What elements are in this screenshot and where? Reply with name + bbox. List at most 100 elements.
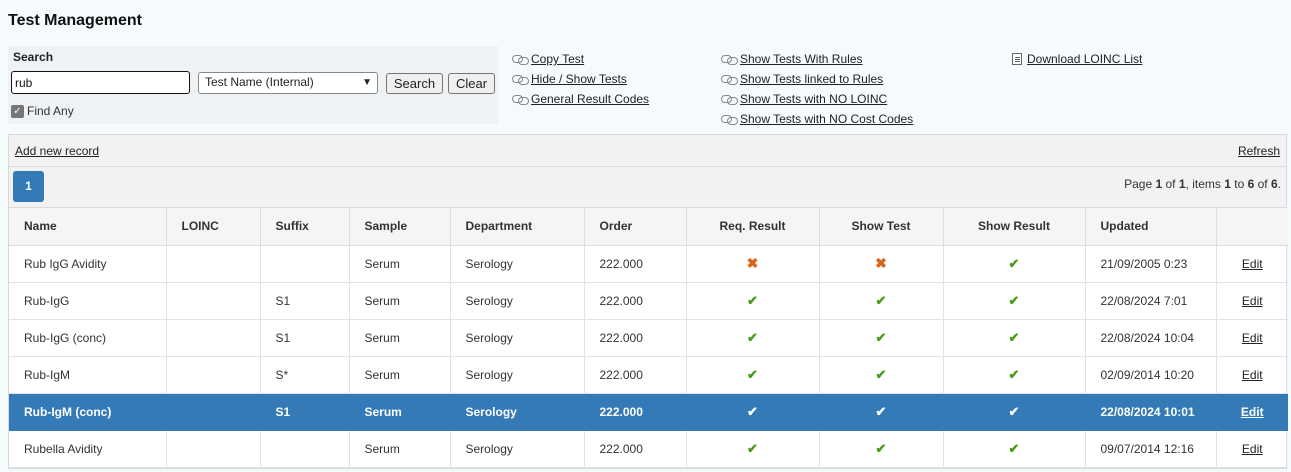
link-hide-show-tests[interactable]: Hide / Show Tests — [512, 72, 627, 86]
cell-order: 222.000 — [584, 319, 687, 357]
search-button[interactable]: Search — [386, 73, 443, 94]
check-icon: ✔ — [747, 329, 758, 345]
col-header-department[interactable]: Department — [450, 208, 585, 246]
tests-table: Name LOINC Suffix Sample Department Orde… — [9, 208, 1288, 468]
cell-actions: Edit — [1216, 282, 1288, 320]
table-header-row: Name LOINC Suffix Sample Department Orde… — [9, 208, 1288, 246]
col-header-loinc[interactable]: LOINC — [166, 208, 261, 246]
cell-name: Rub-IgM (conc) — [9, 393, 167, 431]
clear-button[interactable]: Clear — [448, 73, 495, 94]
link-tests-with-rules[interactable]: Show Tests With Rules — [721, 52, 863, 66]
col-header-name[interactable]: Name — [9, 208, 167, 246]
cell-suffix: S* — [260, 356, 350, 394]
cell-department: Serology — [450, 319, 585, 357]
col-header-order[interactable]: Order — [584, 208, 687, 246]
cell-show-test: ✔ — [819, 319, 944, 357]
cell-show-result: ✔ — [943, 319, 1086, 357]
chain-link-icon — [721, 94, 738, 105]
col-header-show-result[interactable]: Show Result — [943, 208, 1086, 246]
page-title: Test Management — [8, 12, 142, 29]
check-icon: ✔ — [1008, 329, 1020, 345]
cell-department: Serology — [450, 430, 585, 468]
check-icon: ✔ — [1008, 366, 1020, 382]
chain-link-icon — [721, 54, 738, 65]
cell-show-result: ✔ — [943, 430, 1086, 468]
cell-req-result: ✔ — [686, 319, 820, 357]
cell-suffix — [260, 430, 350, 468]
cell-sample: Serum — [349, 245, 451, 283]
cell-show-test: ✖ — [819, 245, 944, 283]
table-row[interactable]: Rub-IgG (conc) S1 Serum Serology 222.000 ✔ ✔ ✔ 2… — [9, 319, 1288, 357]
cell-department: Serology — [450, 356, 585, 394]
col-header-actions — [1216, 208, 1288, 246]
link-download-loinc[interactable]: Download LOINC List — [1012, 52, 1142, 66]
link-tests-no-loinc[interactable]: Show Tests with NO LOINC — [721, 92, 887, 106]
cell-show-result: ✔ — [943, 356, 1086, 394]
cell-updated: 21/09/2005 0:23 — [1085, 245, 1217, 283]
cell-sample: Serum — [349, 393, 451, 431]
check-icon: ✔ — [875, 366, 887, 382]
table-row[interactable]: Rub-IgM (conc) S1 Serum Serology 222.000 ✔ ✔ ✔ 2… — [9, 393, 1288, 431]
cell-loinc — [166, 319, 261, 357]
search-label: Search — [13, 50, 54, 64]
link-tests-no-cost-codes[interactable]: Show Tests with NO Cost Codes — [721, 112, 913, 126]
check-icon: ✔ — [1008, 403, 1020, 419]
cell-department: Serology — [450, 245, 585, 283]
cell-updated: 22/08/2024 7:01 — [1085, 282, 1217, 320]
cell-suffix: S1 — [260, 319, 350, 357]
cell-order: 222.000 — [584, 430, 687, 468]
cell-req-result: ✔ — [686, 356, 820, 394]
find-any-checkbox[interactable]: ✓ — [11, 104, 24, 118]
cell-name: Rub-IgG — [9, 282, 167, 320]
find-any-option[interactable]: ✓ Find Any — [11, 104, 74, 118]
refresh-link[interactable]: Refresh — [1238, 144, 1280, 158]
edit-link[interactable]: Edit — [1242, 442, 1263, 456]
chain-link-icon — [512, 74, 529, 85]
check-icon: ✔ — [1008, 440, 1020, 456]
col-header-updated[interactable]: Updated — [1085, 208, 1217, 246]
check-icon: ✔ — [1008, 292, 1020, 308]
check-icon: ✔ — [875, 292, 887, 308]
cell-name: Rubella Avidity — [9, 430, 167, 468]
cell-loinc — [166, 245, 261, 283]
link-tests-linked-to-rules[interactable]: Show Tests linked to Rules — [721, 72, 883, 86]
cell-order: 222.000 — [584, 356, 687, 394]
edit-link[interactable]: Edit — [1242, 257, 1263, 271]
chain-link-icon — [512, 94, 529, 105]
cell-updated: 02/09/2014 10:20 — [1085, 356, 1217, 394]
link-general-result-codes[interactable]: General Result Codes — [512, 92, 649, 106]
cell-department: Serology — [450, 393, 585, 431]
col-header-sample[interactable]: Sample — [349, 208, 451, 246]
cell-updated: 22/08/2024 10:01 — [1085, 393, 1217, 431]
cell-show-test: ✔ — [819, 393, 944, 431]
cell-order: 222.000 — [584, 245, 687, 283]
cell-loinc — [166, 430, 261, 468]
col-header-show-test[interactable]: Show Test — [819, 208, 944, 246]
edit-link[interactable]: Edit — [1241, 405, 1264, 419]
edit-link[interactable]: Edit — [1242, 331, 1263, 345]
cell-sample: Serum — [349, 356, 451, 394]
table-row[interactable]: Rub-IgM S* Serum Serology 222.000 ✔ ✔ ✔ 02/09/20… — [9, 356, 1288, 394]
check-icon: ✔ — [1008, 255, 1020, 271]
check-icon: ✔ — [747, 403, 758, 419]
search-field-select[interactable]: Test Name (Internal) ▼ — [198, 72, 378, 94]
col-header-suffix[interactable]: Suffix — [260, 208, 350, 246]
cell-show-result: ✔ — [943, 393, 1086, 431]
link-copy-test[interactable]: Copy Test — [512, 52, 584, 66]
search-input[interactable] — [11, 71, 190, 94]
add-new-record-link[interactable]: Add new record — [15, 144, 99, 158]
page-button-1[interactable]: 1 — [13, 171, 44, 202]
edit-link[interactable]: Edit — [1242, 368, 1263, 382]
cell-sample: Serum — [349, 282, 451, 320]
cell-loinc — [166, 282, 261, 320]
table-row[interactable]: Rubella Avidity Serum Serology 222.000 ✔ ✔ ✔ 09… — [9, 430, 1288, 468]
cell-show-result: ✔ — [943, 245, 1086, 283]
cell-actions: Edit — [1216, 319, 1288, 357]
cell-actions: Edit — [1216, 430, 1288, 468]
edit-link[interactable]: Edit — [1242, 294, 1263, 308]
table-row[interactable]: Rub IgG Avidity Serum Serology 222.000 ✖ ✖ ✔ 21… — [9, 245, 1288, 283]
table-row[interactable]: Rub-IgG S1 Serum Serology 222.000 ✔ ✔ ✔ 22/08/20… — [9, 282, 1288, 320]
cell-show-test: ✔ — [819, 356, 944, 394]
check-icon: ✔ — [875, 329, 887, 345]
col-header-req-result[interactable]: Req. Result — [686, 208, 820, 246]
